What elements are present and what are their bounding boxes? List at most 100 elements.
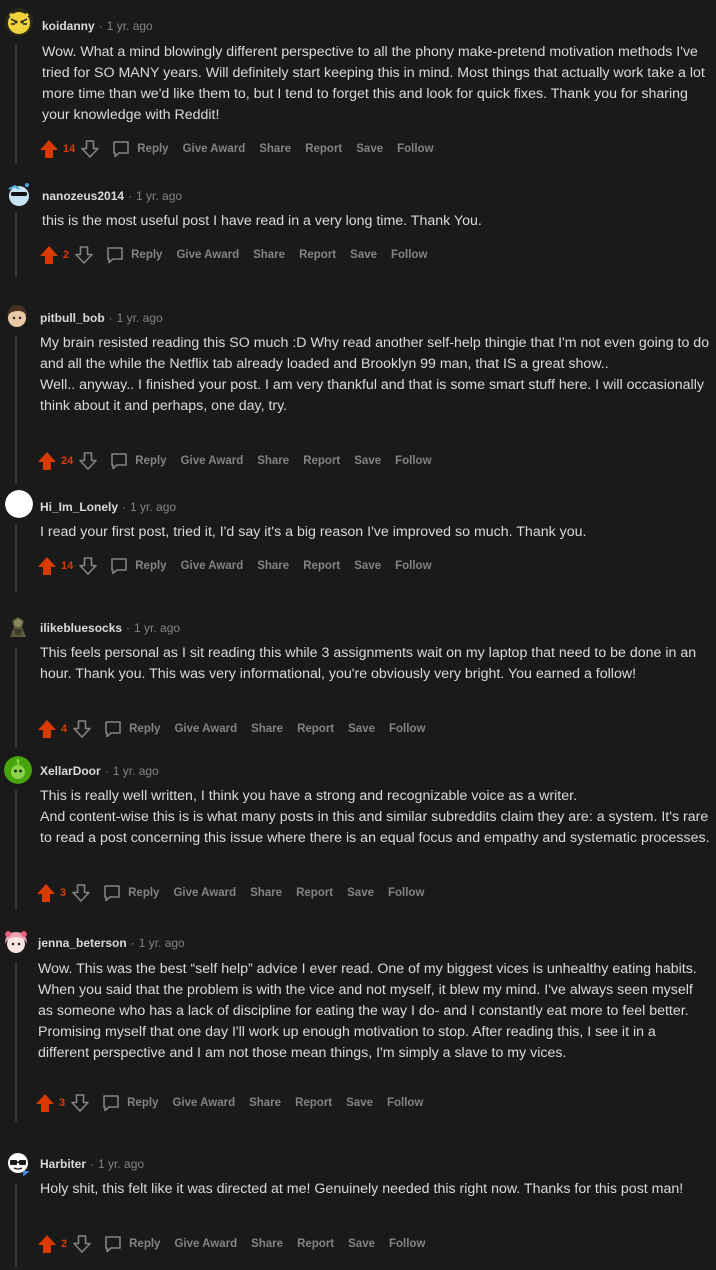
author-name[interactable]: ilikebluesocks <box>40 621 122 635</box>
downvote-icon[interactable] <box>70 882 92 904</box>
thread-line[interactable] <box>15 1183 17 1268</box>
give-award-button[interactable]: Give Award <box>173 887 236 899</box>
give-award-button[interactable]: Give Award <box>174 1238 237 1250</box>
report-button[interactable]: Report <box>297 1238 334 1250</box>
upvote-icon[interactable] <box>36 718 58 740</box>
downvote-icon[interactable] <box>71 1233 93 1255</box>
follow-button[interactable]: Follow <box>388 887 424 899</box>
share-button[interactable]: Share <box>257 560 289 572</box>
reply-button[interactable]: Reply <box>103 719 160 739</box>
thread-line[interactable] <box>15 524 17 592</box>
share-button[interactable]: Share <box>251 723 283 735</box>
save-button[interactable]: Save <box>354 455 381 467</box>
upvote-icon[interactable] <box>36 555 58 577</box>
report-button[interactable]: Report <box>305 143 342 155</box>
share-button[interactable]: Share <box>250 887 282 899</box>
reply-button[interactable]: Reply <box>109 556 167 576</box>
brown-hair-avatar-icon[interactable] <box>3 302 31 330</box>
downvote-icon[interactable] <box>71 718 93 740</box>
thread-line[interactable] <box>15 790 17 910</box>
save-button[interactable]: Save <box>348 723 375 735</box>
report-button[interactable]: Report <box>303 560 340 572</box>
author-name[interactable]: nanozeus2014 <box>42 189 124 203</box>
comment-actions: 2 Reply Give Award Share Report Save Fol… <box>36 1233 425 1255</box>
share-button[interactable]: Share <box>257 455 289 467</box>
reply-button[interactable]: Reply <box>109 451 167 471</box>
save-button[interactable]: Save <box>354 560 381 572</box>
timestamp[interactable]: 1 yr. ago <box>134 621 180 635</box>
save-button[interactable]: Save <box>348 1238 375 1250</box>
downvote-icon[interactable] <box>69 1092 91 1114</box>
give-award-button[interactable]: Give Award <box>181 455 244 467</box>
timestamp[interactable]: 1 yr. ago <box>107 19 153 33</box>
share-button[interactable]: Share <box>249 1097 281 1109</box>
report-button[interactable]: Report <box>295 1097 332 1109</box>
reply-label: Reply <box>135 560 167 572</box>
reply-button[interactable]: Reply <box>102 883 159 903</box>
upvote-icon[interactable] <box>36 1233 58 1255</box>
timestamp[interactable]: 1 yr. ago <box>117 311 163 325</box>
reply-button[interactable]: Reply <box>101 1093 158 1113</box>
reply-button[interactable]: Reply <box>111 139 169 159</box>
downvote-icon[interactable] <box>79 138 101 160</box>
share-button[interactable]: Share <box>251 1238 283 1250</box>
tiger-avatar-icon[interactable] <box>5 8 33 36</box>
report-button[interactable]: Report <box>303 455 340 467</box>
give-award-button[interactable]: Give Award <box>181 560 244 572</box>
downvote-icon[interactable] <box>73 244 95 266</box>
blank-avatar-icon[interactable] <box>5 490 33 518</box>
give-award-button[interactable]: Give Award <box>176 249 239 261</box>
downvote-icon[interactable] <box>77 555 99 577</box>
comment-meta: pitbull_bob · 1 yr. ago <box>40 310 163 326</box>
follow-button[interactable]: Follow <box>389 1238 425 1250</box>
thread-line[interactable] <box>15 212 17 277</box>
give-award-button[interactable]: Give Award <box>172 1097 235 1109</box>
author-name[interactable]: XellarDoor <box>40 764 101 778</box>
thread-line[interactable] <box>15 44 17 164</box>
follow-button[interactable]: Follow <box>397 143 433 155</box>
report-button[interactable]: Report <box>296 887 333 899</box>
upvote-icon[interactable] <box>38 244 60 266</box>
thread-line[interactable] <box>15 336 17 484</box>
author-name[interactable]: koidanny <box>42 19 95 33</box>
reply-button[interactable]: Reply <box>105 245 162 265</box>
follow-button[interactable]: Follow <box>395 560 431 572</box>
upvote-icon[interactable] <box>38 138 60 160</box>
upvote-icon[interactable] <box>34 1092 56 1114</box>
save-button[interactable]: Save <box>350 249 377 261</box>
thread-line[interactable] <box>15 962 17 1122</box>
author-name[interactable]: pitbull_bob <box>40 311 105 325</box>
follow-button[interactable]: Follow <box>389 723 425 735</box>
give-award-button[interactable]: Give Award <box>183 143 246 155</box>
share-button[interactable]: Share <box>253 249 285 261</box>
give-award-button[interactable]: Give Award <box>174 723 237 735</box>
thread-line[interactable] <box>15 647 17 747</box>
author-name[interactable]: Harbiter <box>40 1157 86 1171</box>
report-button[interactable]: Report <box>299 249 336 261</box>
reply-button[interactable]: Reply <box>103 1234 160 1254</box>
upvote-icon[interactable] <box>35 882 57 904</box>
soldier-avatar-icon[interactable] <box>4 613 32 641</box>
follow-button[interactable]: Follow <box>391 249 427 261</box>
pink-hair-avatar-icon[interactable] <box>2 928 30 956</box>
comment-actions: 3 Reply Give Award Share Report Save Fol… <box>34 1092 423 1114</box>
follow-button[interactable]: Follow <box>387 1097 423 1109</box>
timestamp[interactable]: 1 yr. ago <box>98 1157 144 1171</box>
green-alien-avatar-icon[interactable] <box>4 756 32 784</box>
glasses-avatar-icon[interactable] <box>4 1149 32 1177</box>
share-button[interactable]: Share <box>259 143 291 155</box>
author-name[interactable]: jenna_beterson <box>38 936 127 950</box>
timestamp[interactable]: 1 yr. ago <box>136 189 182 203</box>
author-name[interactable]: Hi_Im_Lonely <box>40 500 118 514</box>
save-button[interactable]: Save <box>347 887 374 899</box>
timestamp[interactable]: 1 yr. ago <box>113 764 159 778</box>
snoo-sunglasses-avatar-icon[interactable] <box>5 180 33 208</box>
downvote-icon[interactable] <box>77 450 99 472</box>
upvote-icon[interactable] <box>36 450 58 472</box>
timestamp[interactable]: 1 yr. ago <box>139 936 185 950</box>
timestamp[interactable]: 1 yr. ago <box>130 500 176 514</box>
save-button[interactable]: Save <box>346 1097 373 1109</box>
save-button[interactable]: Save <box>356 143 383 155</box>
follow-button[interactable]: Follow <box>395 455 431 467</box>
report-button[interactable]: Report <box>297 723 334 735</box>
